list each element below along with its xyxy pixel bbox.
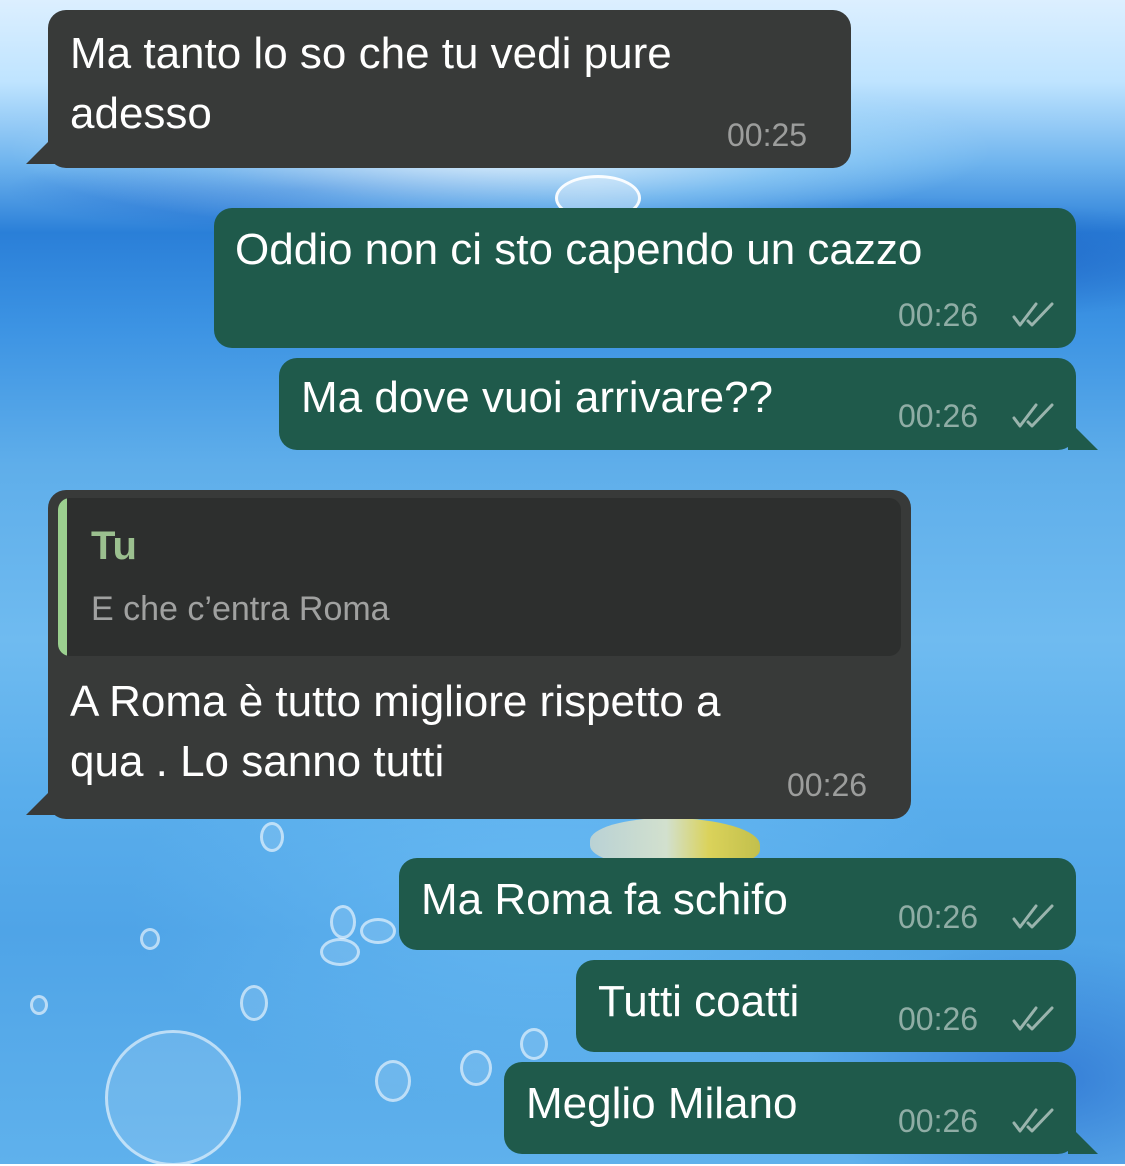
outgoing-message-bubble[interactable]: Tutti coatti 00:26 (576, 960, 1076, 1052)
double-check-icon (1012, 403, 1054, 428)
message-text: Ma Roma fa schifo (421, 875, 788, 924)
wallpaper-bubble (240, 985, 268, 1021)
outgoing-message-bubble[interactable]: Oddio non ci sto capendo un cazzo 00:26 (214, 208, 1076, 348)
double-check-icon (1012, 1108, 1054, 1133)
wallpaper-bubble (140, 928, 160, 950)
message-time: 00:26 (787, 767, 868, 803)
quoted-author: Tu (91, 524, 137, 568)
message-time: 00:26 (898, 297, 979, 333)
incoming-message-bubble[interactable]: Ma tanto lo so che tu vedi pure adesso 0… (26, 10, 851, 168)
wallpaper-bubble (460, 1050, 492, 1086)
wallpaper-bubble (320, 938, 360, 966)
message-time: 00:26 (898, 1001, 979, 1037)
message-text: Tutti coatti (598, 977, 800, 1026)
quoted-text: E che c’entra Roma (91, 590, 390, 628)
outgoing-message-bubble[interactable]: Meglio Milano 00:26 (504, 1062, 1098, 1154)
wallpaper-bubble (375, 1060, 411, 1102)
bubble-tail (1068, 1124, 1098, 1154)
bubble-tail (1068, 420, 1098, 450)
message-text: Ma tanto lo so che tu vedi pure adesso (70, 29, 672, 138)
wallpaper-bubble (330, 905, 356, 939)
wallpaper-bubble (360, 918, 396, 944)
wallpaper-bubble (105, 1030, 241, 1166)
double-check-icon (1012, 1006, 1054, 1031)
message-time: 00:26 (898, 398, 979, 434)
bubble-tail (26, 134, 56, 164)
wallpaper-bubble (520, 1028, 548, 1060)
outgoing-message-bubble[interactable]: Ma Roma fa schifo 00:26 (399, 858, 1076, 950)
quoted-message[interactable]: Tu E che c’entra Roma (58, 498, 901, 656)
message-time: 00:25 (727, 117, 808, 153)
wallpaper-bubble (260, 822, 284, 852)
message-time: 00:26 (898, 1103, 979, 1139)
message-text: Oddio non ci sto capendo un cazzo (235, 225, 923, 274)
incoming-reply-message-bubble[interactable]: Tu E che c’entra Roma A Roma è tutto mig… (26, 490, 911, 819)
double-check-icon (1012, 302, 1054, 327)
double-check-icon (1012, 904, 1054, 929)
message-time: 00:26 (898, 899, 979, 935)
outgoing-message-bubble[interactable]: Ma dove vuoi arrivare?? 00:26 (279, 358, 1098, 450)
bubble-tail (26, 785, 56, 815)
message-text: Ma dove vuoi arrivare?? (301, 373, 774, 422)
quote-accent-bar (58, 498, 67, 656)
message-text: Meglio Milano (526, 1079, 798, 1128)
wallpaper-bubble (30, 995, 48, 1015)
message-text: A Roma è tutto migliore rispetto a qua .… (70, 677, 721, 786)
